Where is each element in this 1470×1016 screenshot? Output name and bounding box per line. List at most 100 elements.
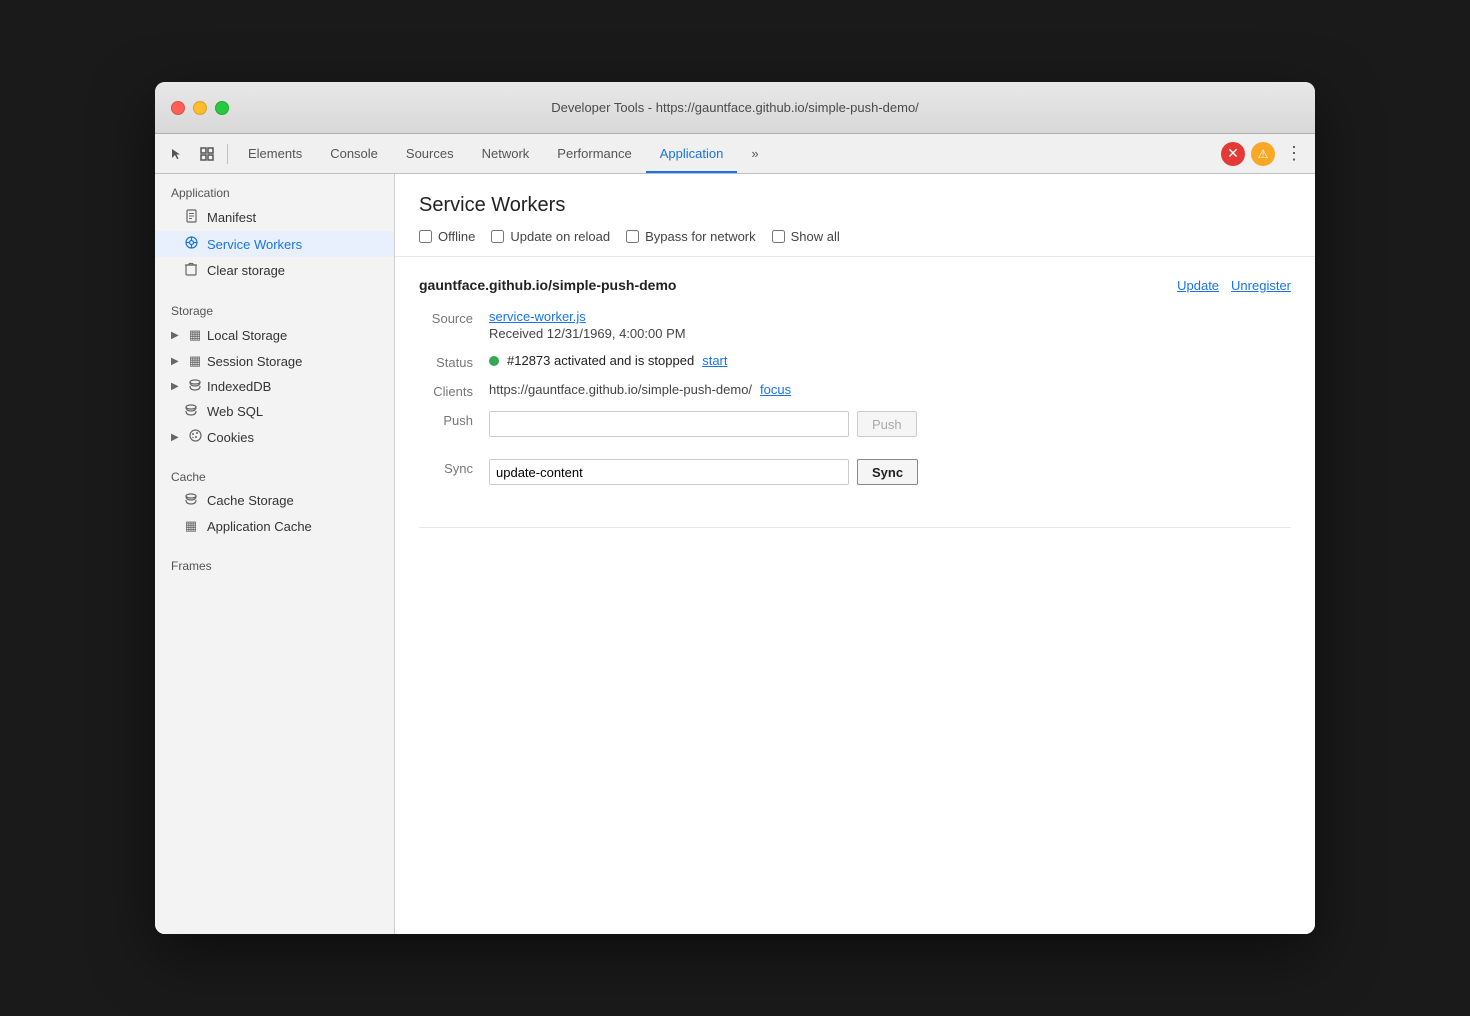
sidebar-item-cache-storage[interactable]: Cache Storage [155,488,394,513]
devtools-window: Developer Tools - https://gauntface.gith… [155,82,1315,934]
checkbox-bypass-for-network[interactable]: Bypass for network [626,229,756,244]
toolbar-divider [227,144,228,164]
sidebar-item-clear-storage[interactable]: Clear storage [155,257,394,284]
sync-label: Sync [419,459,489,476]
sidebar-item-local-storage[interactable]: ▶ ▦ Local Storage [155,322,394,348]
clients-url: https://gauntface.github.io/simple-push-… [489,382,752,397]
status-value: #12873 activated and is stopped start [489,353,1291,368]
sw-entry: gauntface.github.io/simple-push-demo Upd… [419,277,1291,528]
sidebar-label-service-workers: Service Workers [207,237,302,252]
cookies-icon [187,429,203,445]
clear-storage-icon [183,262,199,279]
source-value: service-worker.js Received 12/31/1969, 4… [489,309,1291,341]
error-icon[interactable]: ✕ [1221,142,1245,166]
tab-elements[interactable]: Elements [234,134,316,173]
manifest-icon [183,209,199,226]
push-input-row: Push [489,411,1291,437]
sw-sync-row: Sync Sync [419,459,1291,495]
status-text: #12873 activated and is stopped [507,353,694,368]
service-workers-icon [183,236,199,252]
close-button[interactable] [171,101,185,115]
expand-arrow-cookies: ▶ [171,432,183,443]
show-all-checkbox[interactable] [772,230,785,243]
toolbar-right: ✕ ⚠ ⋮ [1221,142,1307,166]
status-label: Status [419,353,489,370]
sw-status-row: Status #12873 activated and is stopped s… [419,353,1291,370]
sw-domain: gauntface.github.io/simple-push-demo [419,277,676,293]
inspect-icon[interactable] [193,140,221,168]
indexeddb-icon [187,379,203,394]
push-button[interactable]: Push [857,411,917,437]
checkbox-row: Offline Update on reload Bypass for netw… [419,229,1291,244]
sw-push-row: Push Push [419,411,1291,447]
sidebar-item-cookies[interactable]: ▶ Cookies [155,424,394,450]
sync-value: Sync [489,459,1291,495]
sidebar-item-indexeddb[interactable]: ▶ IndexedDB [155,374,394,399]
sw-actions: Update Unregister [1177,278,1291,293]
expand-arrow-local-storage: ▶ [171,330,183,341]
cursor-icon[interactable] [163,140,191,168]
sidebar-item-application-cache[interactable]: ▦ Application Cache [155,513,394,539]
web-sql-icon [183,404,199,419]
expand-arrow-session-storage: ▶ [171,356,183,367]
sidebar-item-service-workers[interactable]: Service Workers [155,231,394,257]
sidebar-section-frames: Frames [155,547,394,577]
unregister-link[interactable]: Unregister [1231,278,1291,293]
offline-checkbox[interactable] [419,230,432,243]
expand-arrow-indexeddb: ▶ [171,381,183,392]
tab-network[interactable]: Network [468,134,544,173]
sidebar-section-storage: Storage [155,292,394,322]
sync-button[interactable]: Sync [857,459,918,485]
more-options-icon[interactable]: ⋮ [1281,143,1307,164]
sidebar-label-clear-storage: Clear storage [207,263,285,278]
sidebar-item-manifest[interactable]: Manifest [155,204,394,231]
push-input[interactable] [489,411,849,437]
bypass-for-network-checkbox[interactable] [626,230,639,243]
tab-more[interactable]: » [737,134,772,173]
sw-domain-row: gauntface.github.io/simple-push-demo Upd… [419,277,1291,293]
push-value: Push [489,411,1291,447]
sidebar-label-cookies: Cookies [207,430,254,445]
sidebar-item-web-sql[interactable]: Web SQL [155,399,394,424]
clients-row: https://gauntface.github.io/simple-push-… [489,382,1291,397]
update-on-reload-checkbox[interactable] [491,230,504,243]
minimize-button[interactable] [193,101,207,115]
start-link[interactable]: start [702,353,727,368]
sync-input[interactable] [489,459,849,485]
maximize-button[interactable] [215,101,229,115]
tab-console[interactable]: Console [316,134,392,173]
focus-link[interactable]: focus [760,382,791,397]
session-storage-icon: ▦ [187,353,203,369]
sidebar-item-session-storage[interactable]: ▶ ▦ Session Storage [155,348,394,374]
checkbox-show-all[interactable]: Show all [772,229,840,244]
traffic-lights [171,101,229,115]
source-file-link[interactable]: service-worker.js [489,309,586,324]
clients-value: https://gauntface.github.io/simple-push-… [489,382,1291,397]
clients-label: Clients [419,382,489,399]
titlebar: Developer Tools - https://gauntface.gith… [155,82,1315,134]
warning-icon[interactable]: ⚠ [1251,142,1275,166]
checkbox-update-on-reload[interactable]: Update on reload [491,229,610,244]
tab-performance[interactable]: Performance [543,134,645,173]
main-body: gauntface.github.io/simple-push-demo Upd… [395,257,1315,548]
sidebar-label-local-storage: Local Storage [207,328,287,343]
page-title: Service Workers [419,194,1291,217]
local-storage-icon: ▦ [187,327,203,343]
checkbox-offline[interactable]: Offline [419,229,475,244]
sw-source-row: Source service-worker.js Received 12/31/… [419,309,1291,341]
tab-application[interactable]: Application [646,134,738,173]
toolbar: Elements Console Sources Network Perform… [155,134,1315,174]
sync-input-row: Sync [489,459,1291,485]
status-dot [489,356,499,366]
received-text: Received 12/31/1969, 4:00:00 PM [489,326,1291,341]
update-link[interactable]: Update [1177,278,1219,293]
update-on-reload-label: Update on reload [510,229,610,244]
toolbar-tabs: Elements Console Sources Network Perform… [234,134,1219,173]
main-header: Service Workers Offline Update on reload… [395,174,1315,257]
sidebar-label-manifest: Manifest [207,210,256,225]
bypass-for-network-label: Bypass for network [645,229,756,244]
sidebar-label-web-sql: Web SQL [207,404,263,419]
window-title: Developer Tools - https://gauntface.gith… [551,100,919,115]
application-cache-icon: ▦ [183,518,199,534]
tab-sources[interactable]: Sources [392,134,468,173]
